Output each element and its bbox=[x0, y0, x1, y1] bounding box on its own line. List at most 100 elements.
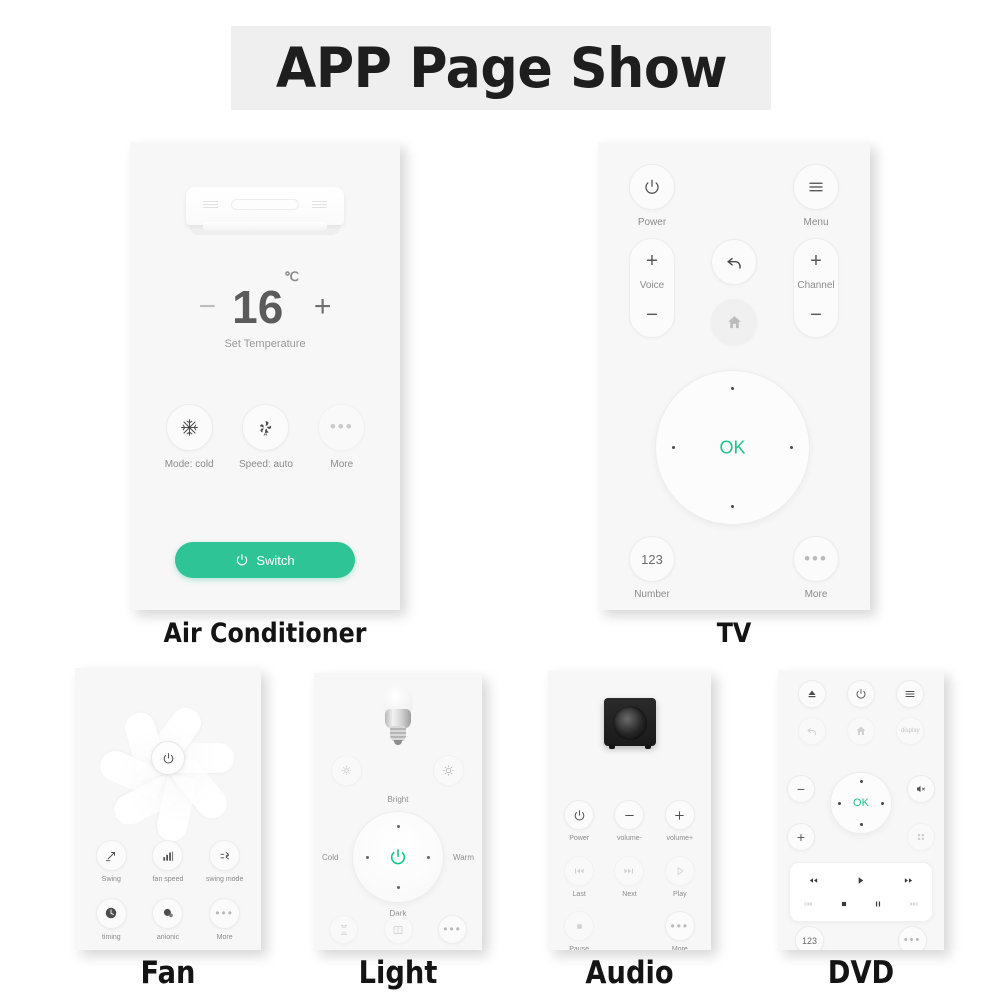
dial-left-button[interactable] bbox=[366, 855, 369, 859]
dvd-menu-button[interactable] bbox=[896, 680, 925, 708]
dvd-ok-button[interactable]: OK bbox=[831, 797, 891, 809]
light-warm-label: Warm bbox=[452, 853, 474, 862]
dvd-stop-button[interactable] bbox=[839, 899, 849, 909]
light-dial[interactable] bbox=[352, 811, 444, 903]
voice-down-button[interactable]: − bbox=[646, 305, 658, 325]
dvd-power-button[interactable] bbox=[846, 680, 875, 708]
play-icon bbox=[859, 877, 864, 884]
light-bottom-buttons: ••• bbox=[329, 915, 467, 944]
audio-panel: Power volume- volume+ Last Next Play Pau… bbox=[548, 670, 711, 950]
dvd-previous-button[interactable] bbox=[802, 899, 814, 909]
dvd-more-button[interactable]: ••• More bbox=[898, 926, 927, 950]
voice-up-button[interactable]: + bbox=[646, 251, 658, 271]
tv-dpad[interactable]: OK bbox=[655, 370, 810, 525]
fan-speed-label: fan speed bbox=[152, 876, 184, 883]
svg-text:A: A bbox=[264, 432, 268, 437]
fan-swing-mode-button[interactable]: swing mode bbox=[206, 840, 243, 884]
dial-right-button[interactable] bbox=[427, 855, 430, 859]
dpad-up-button[interactable] bbox=[731, 387, 734, 390]
more-dots-icon: ••• bbox=[443, 921, 462, 936]
dvd-pause-button[interactable] bbox=[873, 899, 883, 909]
ac-mode-button[interactable]: Mode: cold bbox=[165, 404, 214, 470]
dvd-number-button[interactable]: 123 Number bbox=[795, 926, 824, 950]
audio-power-label: Power bbox=[569, 835, 590, 842]
dvd-dpad-down-button[interactable] bbox=[859, 823, 863, 826]
light-more-button[interactable]: ••• bbox=[438, 915, 467, 944]
power-icon bbox=[390, 849, 406, 865]
dial-down-button[interactable] bbox=[396, 886, 400, 889]
light-power-button[interactable] bbox=[389, 848, 408, 867]
air-conditioner-panel: − 16℃ + Set Temperature Mode: cold A Spe… bbox=[130, 142, 400, 610]
fan-speed-button[interactable]: fan speed bbox=[152, 840, 184, 884]
dvd-forward-button[interactable] bbox=[902, 875, 915, 886]
audio-grid-spacer bbox=[614, 911, 644, 950]
dvd-dpad-up-button[interactable] bbox=[859, 780, 863, 783]
light-bulb-illustration bbox=[377, 685, 419, 747]
audio-volume-down-button[interactable]: volume- bbox=[614, 800, 645, 843]
audio-next-button[interactable]: Next bbox=[614, 855, 645, 899]
fan-auto-icon: A bbox=[242, 404, 290, 451]
dvd-next-button[interactable] bbox=[908, 899, 920, 909]
dvd-panel: display − + OK 123 ••• bbox=[778, 670, 944, 950]
audio-more-button[interactable]: ••• More bbox=[664, 911, 695, 950]
light-color-button[interactable] bbox=[331, 755, 362, 786]
ac-switch-button[interactable]: Switch bbox=[175, 542, 355, 578]
light-scene-button[interactable] bbox=[383, 915, 413, 944]
dvd-rewind-button[interactable] bbox=[807, 875, 820, 886]
tv-number-button[interactable]: 123 Number bbox=[629, 536, 675, 600]
fan-swing-button[interactable]: Swing bbox=[95, 840, 127, 884]
tv-menu-button[interactable]: Menu bbox=[793, 164, 839, 228]
fan-anionic-button[interactable]: anionic bbox=[152, 897, 184, 942]
light-brightness-button[interactable] bbox=[433, 755, 464, 786]
fan-more-button[interactable]: ••• More bbox=[209, 897, 241, 942]
tv-power-label: Power bbox=[637, 217, 667, 228]
ac-speed-button[interactable]: A Speed: auto bbox=[239, 404, 293, 470]
audio-last-button[interactable]: Last bbox=[564, 855, 595, 899]
tv-power-button[interactable]: Power bbox=[629, 164, 675, 228]
light-timer-button[interactable] bbox=[329, 915, 358, 944]
audio-volume-up-button[interactable]: volume+ bbox=[664, 800, 695, 843]
dvd-bottom-buttons: 123 Number ••• More bbox=[787, 926, 935, 950]
dvd-display-button[interactable]: display bbox=[896, 717, 925, 745]
ac-unit-illustration bbox=[186, 187, 344, 239]
dvd-top-buttons: display bbox=[787, 680, 935, 745]
audio-pause-label: Pause bbox=[569, 946, 590, 950]
tv-menu-label: Menu bbox=[803, 217, 829, 228]
dpad-down-button[interactable] bbox=[731, 505, 734, 508]
tv-panel: Power Menu + Voice − + Channel − OK 123 … bbox=[598, 142, 870, 610]
fan-timing-button[interactable]: timing bbox=[95, 897, 127, 942]
stop-icon bbox=[841, 901, 846, 906]
display-icon: display bbox=[900, 728, 920, 734]
dvd-play-button[interactable] bbox=[854, 875, 867, 886]
tv-more-button[interactable]: ••• More bbox=[793, 536, 839, 600]
dvd-apps-button[interactable] bbox=[907, 823, 935, 851]
dvd-eject-button[interactable] bbox=[797, 680, 826, 708]
dvd-back-button[interactable] bbox=[797, 717, 826, 745]
tv-channel-control[interactable]: + Channel − bbox=[793, 238, 839, 338]
channel-down-button[interactable]: − bbox=[810, 305, 822, 325]
fan-power-button[interactable] bbox=[151, 741, 185, 775]
fan-caption: Fan bbox=[140, 955, 196, 991]
channel-up-button[interactable]: + bbox=[810, 251, 822, 271]
dvd-volume-up-button[interactable]: + bbox=[787, 823, 815, 851]
tv-voice-control[interactable]: + Voice − bbox=[629, 238, 675, 338]
audio-play-button[interactable]: Play bbox=[664, 855, 695, 899]
temp-decrease-button[interactable]: − bbox=[199, 292, 217, 322]
pause-icon bbox=[876, 901, 881, 907]
dvd-dpad[interactable]: OK bbox=[830, 772, 892, 834]
audio-power-button[interactable]: Power bbox=[564, 800, 595, 843]
dvd-volume-down-button[interactable]: − bbox=[787, 775, 815, 803]
tv-back-button[interactable] bbox=[711, 239, 757, 285]
dpad-ok-button[interactable]: OK bbox=[656, 437, 809, 458]
temp-increase-button[interactable]: + bbox=[314, 292, 332, 322]
tv-number-label: Number bbox=[634, 589, 670, 600]
minus-icon bbox=[614, 800, 645, 830]
more-dots-icon: ••• bbox=[209, 897, 241, 929]
audio-pause-button[interactable]: Pause bbox=[564, 911, 595, 950]
ac-more-button[interactable]: ••• More bbox=[318, 404, 366, 470]
audio-more-label: More bbox=[671, 946, 688, 950]
dial-up-button[interactable] bbox=[396, 825, 400, 828]
tv-home-button[interactable] bbox=[711, 299, 757, 345]
dvd-mute-button[interactable] bbox=[907, 775, 935, 803]
dvd-home-button[interactable] bbox=[846, 717, 875, 745]
